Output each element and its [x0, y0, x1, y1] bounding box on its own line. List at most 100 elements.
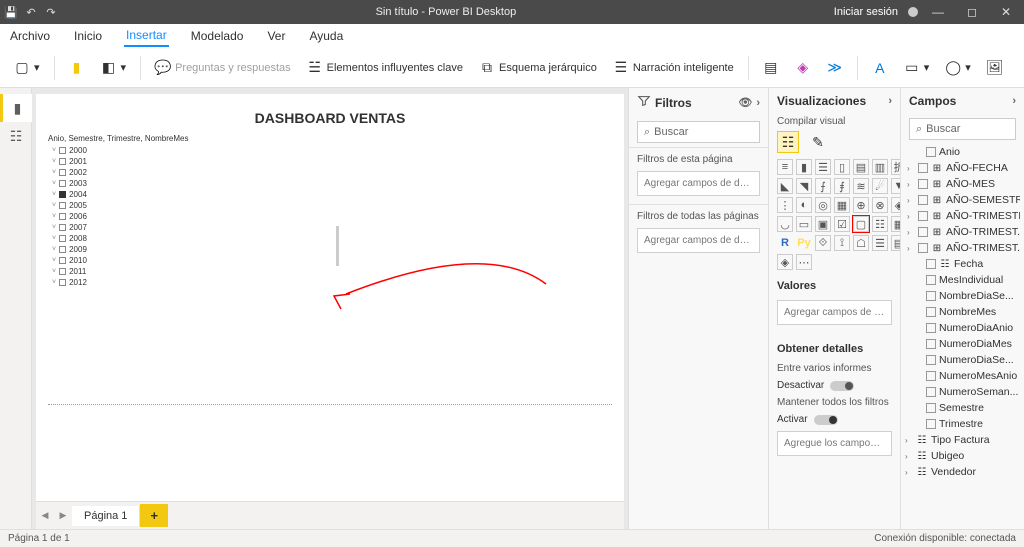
menu-home[interactable]: Inicio	[72, 26, 104, 46]
image-button[interactable]: 🖼	[981, 56, 1009, 80]
year-item[interactable]: ˅2011	[52, 266, 612, 277]
drill-drop[interactable]: Agregue los campos de ob...	[777, 431, 892, 456]
more-visuals-icon[interactable]: ⋯	[796, 254, 812, 270]
field-item[interactable]: NumeroDiaAnio	[905, 320, 1020, 336]
stacked-col-100-icon[interactable]: ▥	[872, 159, 888, 175]
field-item[interactable]: ☷Fecha	[905, 256, 1020, 272]
signin-button[interactable]: Iniciar sesión	[834, 6, 898, 18]
ribbon-icon[interactable]: ≋	[853, 178, 869, 194]
all-filters-drop[interactable]: Agregar campos de datos ...	[637, 228, 760, 253]
decomposition-icon[interactable]: ⟟	[834, 235, 850, 251]
add-tab-button[interactable]: +	[140, 504, 168, 527]
menu-model[interactable]: Modelado	[189, 26, 246, 46]
year-item[interactable]: ˅2009	[52, 244, 612, 255]
field-item[interactable]: Trimestre	[905, 416, 1020, 432]
redo-icon[interactable]: ↷	[44, 5, 58, 19]
year-item[interactable]: ˅2012	[52, 277, 612, 288]
report-view-icon[interactable]: ▮	[0, 94, 32, 122]
field-item[interactable]: NumeroSeman...	[905, 384, 1020, 400]
slicer-icon[interactable]: ▢	[853, 216, 869, 232]
filled-map-icon[interactable]: ⊗	[872, 197, 888, 213]
keep-filters-toggle[interactable]	[814, 415, 838, 425]
tab-page-1[interactable]: Página 1	[72, 506, 140, 526]
visual-handle[interactable]	[336, 226, 339, 266]
apps-button[interactable]: ◈	[789, 56, 817, 80]
year-item[interactable]: ˅2001	[52, 156, 612, 167]
menu-view[interactable]: Ver	[265, 26, 287, 46]
year-item[interactable]: ˅2007	[52, 222, 612, 233]
year-item[interactable]: ˅2006	[52, 211, 612, 222]
close-button[interactable]: ✕	[992, 5, 1020, 19]
maximize-button[interactable]: ◻	[958, 5, 986, 19]
stacked-column-icon[interactable]: ▮	[796, 159, 812, 175]
undo-icon[interactable]: ↶	[24, 5, 38, 19]
clustered-column-icon[interactable]: ▯	[834, 159, 850, 175]
text-box-button[interactable]: A	[866, 56, 894, 80]
donut-icon[interactable]: ◎	[815, 197, 831, 213]
tab-prev[interactable]: ◀	[36, 510, 54, 521]
stacked-bar-icon[interactable]: ≡	[777, 159, 793, 175]
fields-search[interactable]: ⌕Buscar	[909, 118, 1016, 140]
key-influencers-icon[interactable]: ⟐	[815, 235, 831, 251]
multi-card-icon[interactable]: ▣	[815, 216, 831, 232]
menu-help[interactable]: Ayuda	[307, 26, 345, 46]
field-item[interactable]: MesIndividual	[905, 272, 1020, 288]
field-item[interactable]: ›⊞AÑO-TRIMESTRE	[905, 208, 1020, 224]
filters-collapse-icon[interactable]: ›	[756, 97, 760, 109]
field-item[interactable]: ›⊞AÑO-FECHA	[905, 160, 1020, 176]
year-item[interactable]: ˅2010	[52, 255, 612, 266]
minimize-button[interactable]: —	[924, 5, 952, 19]
field-item[interactable]: ›⊞AÑO-TRIMEST...	[905, 224, 1020, 240]
buttons-button[interactable]: ▭▾	[898, 56, 936, 80]
decomposition-button[interactable]: ⧉Esquema jerárquico	[473, 56, 603, 80]
tab-next[interactable]: ▶	[54, 510, 72, 521]
filters-show-icon[interactable]: 👁	[738, 96, 752, 109]
area-chart-icon[interactable]: ◣	[777, 178, 793, 194]
data-view-icon[interactable]: ☷	[0, 122, 32, 150]
gauge-icon[interactable]: ◡	[777, 216, 793, 232]
cross-report-toggle[interactable]	[830, 381, 854, 391]
menu-file[interactable]: Archivo	[8, 26, 52, 46]
field-item[interactable]: ›☷Ubigeo	[905, 448, 1020, 464]
report-canvas[interactable]: DASHBOARD VENTAS Anio, Semestre, Trimest…	[36, 94, 624, 501]
line-col-icon[interactable]: ⨍	[815, 178, 831, 194]
py-visual-icon[interactable]: Py	[796, 235, 812, 251]
flow-button[interactable]: ≫	[821, 56, 849, 80]
qa-button[interactable]: 💬Preguntas y respuestas	[149, 56, 297, 80]
fields-collapse-icon[interactable]: ›	[1012, 95, 1016, 107]
narrative-visual-icon[interactable]: ☰	[872, 235, 888, 251]
stacked-bar-100-icon[interactable]: ▤	[853, 159, 869, 175]
year-item[interactable]: ˅2004	[52, 189, 612, 200]
field-item[interactable]: NumeroDiaMes	[905, 336, 1020, 352]
line-col2-icon[interactable]: ⨎	[834, 178, 850, 194]
card-icon[interactable]: ▭	[796, 216, 812, 232]
field-item[interactable]: ›⊞AÑO-TRIMEST...	[905, 240, 1020, 256]
viz-collapse-icon[interactable]: ›	[888, 95, 892, 107]
format-visual-tab[interactable]: ✎	[807, 131, 829, 153]
build-visual-tab[interactable]: ☷	[777, 131, 799, 153]
year-item[interactable]: ˅2003	[52, 178, 612, 189]
year-item[interactable]: ˅2008	[52, 233, 612, 244]
clustered-bar-icon[interactable]: ☰	[815, 159, 831, 175]
new-page-button[interactable]: ▢▾	[8, 56, 46, 80]
new-visual-button[interactable]: ▮	[63, 56, 91, 80]
treemap-icon[interactable]: ▦	[834, 197, 850, 213]
save-icon[interactable]: 💾	[4, 5, 18, 19]
year-item[interactable]: ˅2005	[52, 200, 612, 211]
field-item[interactable]: NumeroDiaSe...	[905, 352, 1020, 368]
smart-narrative-button[interactable]: ☰Narración inteligente	[607, 56, 740, 80]
shapes-button[interactable]: ◯▾	[939, 56, 977, 80]
field-item[interactable]: ›⊞AÑO-MES	[905, 176, 1020, 192]
map-icon[interactable]: ⊕	[853, 197, 869, 213]
page-filters-drop[interactable]: Agregar campos de datos ...	[637, 171, 760, 196]
more-visuals-button[interactable]: ◧▾	[95, 56, 133, 80]
slicer-tree[interactable]: ˅2000˅2001˅2002˅2003˅2004˅2005˅2006˅2007…	[52, 145, 612, 288]
year-item[interactable]: ˅2002	[52, 167, 612, 178]
field-item[interactable]: Semestre	[905, 400, 1020, 416]
field-item[interactable]: ›☷Vendedor	[905, 464, 1020, 480]
field-item[interactable]: NombreMes	[905, 304, 1020, 320]
scatter-icon[interactable]: ⋮	[777, 197, 793, 213]
table-icon[interactable]: ☷	[872, 216, 888, 232]
stacked-area-icon[interactable]: ◥	[796, 178, 812, 194]
field-item[interactable]: NumeroMesAnio	[905, 368, 1020, 384]
